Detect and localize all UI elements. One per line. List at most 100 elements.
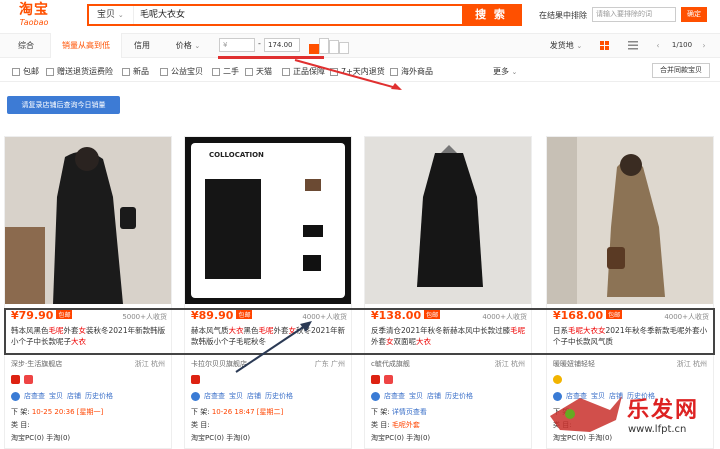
exclude-confirm-button[interactable]: 确定 [681, 7, 707, 22]
checkbox-icon[interactable] [46, 67, 54, 76]
product-image[interactable] [365, 137, 531, 304]
filter-new[interactable]: 新品 [122, 66, 149, 77]
chevron-down-icon: ⌄ [117, 11, 124, 19]
grid-view-icon[interactable] [600, 41, 609, 50]
link-checker[interactable]: 店查查 [204, 391, 225, 401]
product-image[interactable] [5, 137, 171, 304]
crown-icon [553, 375, 562, 384]
product-image[interactable] [547, 137, 713, 304]
tmall-icon [371, 375, 380, 384]
price-min-input[interactable]: ¥ [219, 38, 255, 52]
link-shop[interactable]: 店铺 [67, 391, 81, 401]
sort-sales[interactable]: 销量从高到低 [50, 33, 122, 58]
traffic-row: 淘宝PC(0) 手淘(0) [191, 434, 251, 442]
price-max-input[interactable]: 174.00 [264, 38, 300, 52]
badge-icon [384, 375, 393, 384]
link-item[interactable]: 宝贝 [409, 391, 423, 401]
search-scope-select[interactable]: 宝贝 ⌄ [89, 6, 134, 24]
shop-name[interactable]: 深步·生活旗舰店 [11, 359, 62, 369]
product-image[interactable]: COLLOCATION [185, 137, 351, 304]
product-card[interactable]: ¥79.90 包邮 5000+人收货 韩本风黑色毛呢外套女装秋冬2021年新款韩版… [4, 136, 172, 449]
shop-name[interactable]: 暖暖妞铺轻轻 [553, 359, 595, 369]
price-range-bar[interactable] [319, 38, 329, 54]
delist-row: 下 架: 10-25 20:36 [星期一] [11, 408, 104, 416]
link-item[interactable]: 宝贝 [229, 391, 243, 401]
search-bar: 宝贝 ⌄ 毛呢大衣女 搜 索 [87, 4, 522, 26]
product-card[interactable]: ¥138.00 包邮 4000+人收货 反季清仓2021年秋冬新赫本风中长款过膝毛… [364, 136, 532, 449]
link-shop[interactable]: 店铺 [247, 391, 261, 401]
watermark-text: 乐发网 [627, 397, 700, 423]
search-input[interactable]: 毛呢大衣女 [134, 6, 462, 24]
watermark-url: www.lfpt.cn [628, 424, 687, 435]
chart-icon [11, 391, 20, 401]
checkbox-icon[interactable] [212, 67, 220, 76]
shop-location: 广东 广州 [314, 360, 345, 368]
collocation-label: COLLOCATION [209, 151, 264, 159]
filter-charity[interactable]: 公益宝贝 [160, 66, 203, 77]
chart-icon [191, 391, 200, 401]
product-photo [547, 137, 713, 304]
link-checker[interactable]: 店查查 [24, 391, 45, 401]
filter-return-insurance[interactable]: 赠送退货运费险 [46, 66, 113, 77]
exclude-input[interactable]: 请输入要排除的词 [592, 7, 676, 22]
shop-location: 浙江 杭州 [134, 360, 165, 368]
checkbox-icon[interactable] [122, 67, 130, 76]
merge-same-button[interactable]: 合并同款宝贝 [652, 63, 710, 78]
price-range-bar[interactable] [339, 42, 349, 54]
page-indicator: 1/100 [671, 41, 693, 49]
traffic-row: 淘宝PC(0) 手淘(0) [11, 434, 71, 442]
sort-price[interactable]: 价格 ⌄ [168, 33, 208, 58]
category-row: 类 目: [191, 421, 210, 429]
search-button[interactable]: 搜 索 [462, 6, 520, 24]
price-range-bar[interactable] [309, 44, 319, 54]
sort-default[interactable]: 综合 [6, 33, 46, 58]
delist-row: 下 架: 10-26 18:47 [星期二] [191, 408, 284, 416]
filter-free-shipping[interactable]: 包邮 [12, 66, 39, 77]
delist-row: 下 架: 详情页查看 [371, 408, 427, 416]
traffic-row: 淘宝PC(0) 手淘(0) [371, 434, 431, 442]
checkbox-icon[interactable] [245, 67, 253, 76]
link-item[interactable]: 宝贝 [49, 391, 63, 401]
link-shop[interactable]: 店铺 [427, 391, 441, 401]
badge-icon [24, 375, 33, 384]
category-row: 类 目: [11, 421, 30, 429]
product-photo [5, 137, 171, 304]
taobao-logo[interactable]: 淘宝 Taobao [8, 2, 60, 28]
logo-sub: Taobao [19, 18, 49, 27]
annotation-arrow [235, 321, 312, 373]
product-card[interactable]: COLLOCATION ¥89.90 包邮 4000+人收货 赫本风气质大衣黑色毛… [184, 136, 352, 449]
shop-icons [191, 375, 200, 384]
link-price-history[interactable]: 历史价格 [265, 391, 293, 401]
next-page-icon[interactable]: › [698, 33, 710, 58]
link-price-history[interactable]: 历史价格 [85, 391, 113, 401]
annotation-arrow [294, 59, 402, 90]
logo-main: 淘宝 [19, 2, 49, 18]
chevron-down-icon: ⌄ [576, 42, 583, 50]
shop-name[interactable]: c毓代成旗舰 [371, 359, 410, 369]
tmall-icon [191, 375, 200, 384]
tool-links: 店查查 宝贝 店铺 历史价格 [11, 391, 113, 401]
prev-page-icon[interactable]: ‹ [652, 33, 664, 58]
shop-icons [553, 375, 562, 384]
category-row: 类 目: 毛呢外套 [371, 421, 420, 429]
checkbox-icon[interactable] [160, 67, 168, 76]
ship-from-select[interactable]: 发货地 ⌄ [543, 33, 589, 58]
price-range-bar[interactable] [329, 40, 339, 54]
shop-location: 浙江 杭州 [676, 360, 707, 368]
checkbox-icon[interactable] [12, 67, 20, 76]
chevron-down-icon: ⌄ [511, 68, 518, 76]
link-checker[interactable]: 店查查 [384, 391, 405, 401]
product-photo [365, 137, 531, 304]
query-sales-button[interactable]: 请复录店铺后查询今日销量 [7, 96, 120, 114]
tool-links: 店查查 宝贝 店铺 历史价格 [191, 391, 293, 401]
sort-credit[interactable]: 信用 [124, 33, 160, 58]
list-view-icon[interactable] [628, 41, 638, 50]
tool-links: 店查查 宝贝 店铺 历史价格 [371, 391, 473, 401]
link-price-history[interactable]: 历史价格 [445, 391, 473, 401]
annotation-highlight-box [4, 308, 715, 355]
checkbox-icon[interactable] [282, 67, 290, 76]
filter-tmall[interactable]: 天猫 [245, 66, 272, 77]
filter-second-hand[interactable]: 二手 [212, 66, 239, 77]
exclude-label: 在结果中排除 [539, 11, 587, 20]
more-filters[interactable]: 更多 ⌄ [493, 66, 517, 77]
